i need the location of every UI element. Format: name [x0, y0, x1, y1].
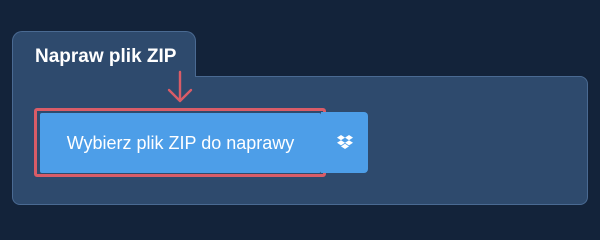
dropbox-button[interactable]: [321, 112, 368, 173]
select-zip-button[interactable]: Wybierz plik ZIP do naprawy: [40, 113, 321, 173]
dropbox-icon: [336, 134, 353, 149]
panel-title: Napraw plik ZIP: [35, 46, 177, 67]
down-arrow-icon: [167, 70, 193, 103]
